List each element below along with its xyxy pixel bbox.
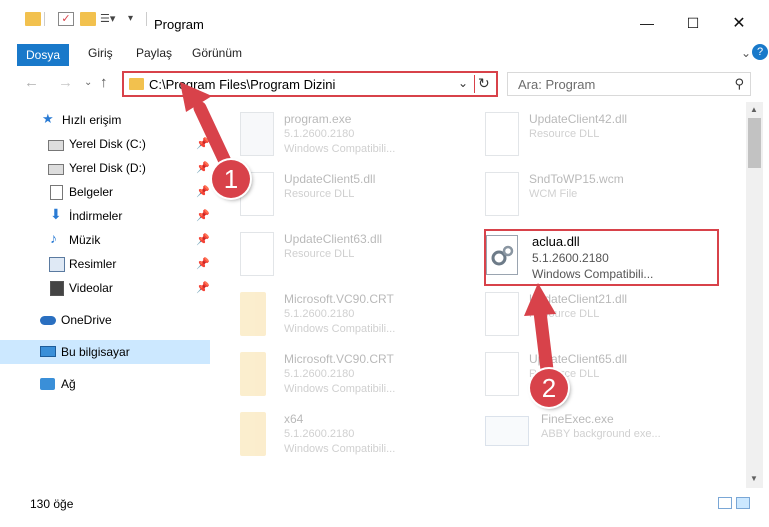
large-icons-view-icon[interactable] bbox=[736, 497, 750, 509]
details-view-icon[interactable] bbox=[718, 497, 732, 509]
arrow-2 bbox=[524, 283, 556, 385]
callout-2: 2 bbox=[530, 369, 568, 407]
item-count: 130 öğe bbox=[30, 497, 74, 511]
arrow-1 bbox=[180, 82, 237, 179]
annotation-arrows bbox=[180, 82, 556, 385]
callout-1: 1 bbox=[212, 160, 250, 198]
status-bar: 130 öğe bbox=[0, 488, 769, 527]
